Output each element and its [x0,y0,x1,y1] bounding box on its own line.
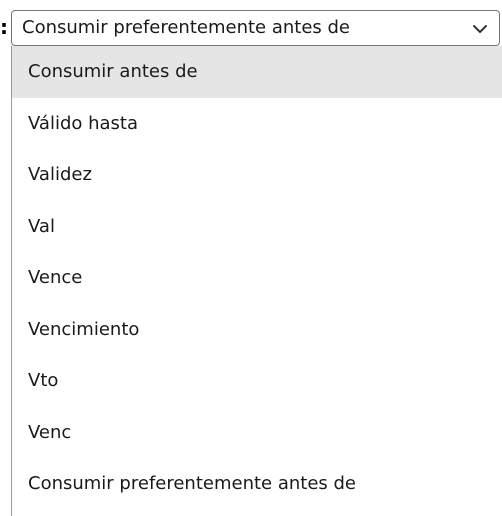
field-label-colon: : [0,15,8,39]
dropdown-option[interactable]: Consumir antes de [12,46,502,98]
expiry-label-select[interactable]: Consumir preferentemente antes de [11,10,500,46]
dropdown-option[interactable]: Vence [12,252,502,304]
page: : Consumir preferentemente antes de Cons… [0,0,502,516]
dropdown-option[interactable]: Válido hasta [12,98,502,150]
dropdown-option[interactable]: Venc [12,407,502,459]
select-current-value: Consumir preferentemente antes de [22,17,351,38]
dropdown-option[interactable]: Consumir preferentemente antes de [12,458,502,510]
dropdown-list: Consumir antes de Válido hasta Validez V… [11,46,502,516]
dropdown-option[interactable]: Val [12,201,502,253]
dropdown-option[interactable]: Validez [12,149,502,201]
chevron-down-icon [473,25,487,33]
dropdown-option[interactable]: Vencimiento [12,304,502,356]
dropdown-option[interactable]: Vto [12,355,502,407]
